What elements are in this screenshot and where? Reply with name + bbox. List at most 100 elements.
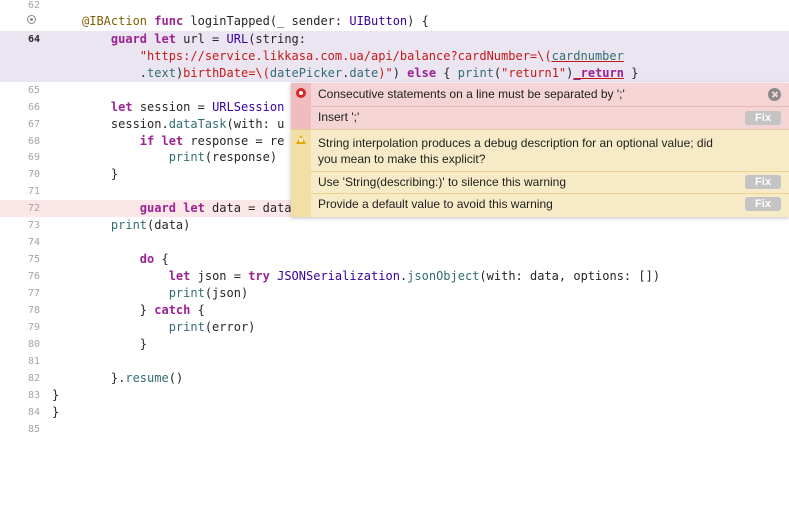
code-line-76[interactable]: 76 let json = try JSONSerialization.json… xyxy=(0,268,789,285)
error-fix-button[interactable]: Fix xyxy=(745,111,781,125)
code-token: data = data xyxy=(204,201,292,215)
code-text[interactable]: guard let data = data xyxy=(82,200,292,217)
code-token: UIButton xyxy=(349,14,408,28)
code-line-64-wrap-1[interactable]: "https://service.likkasa.com.ua/api/bala… xyxy=(0,48,789,65)
code-token: (data) xyxy=(147,218,191,232)
error-fixit-label[interactable]: Insert ';' xyxy=(318,109,359,125)
code-token: guard let xyxy=(110,32,176,46)
warning-issue: String interpolation produces a debug de… xyxy=(291,129,789,217)
code-token: . xyxy=(82,66,148,80)
code-text[interactable]: let json = try JSONSerialization.jsonObj… xyxy=(82,268,660,285)
code-line-79[interactable]: 79 print(error) xyxy=(0,319,789,336)
line-number: 85 xyxy=(27,424,40,435)
code-text[interactable]: print(error) xyxy=(82,319,256,336)
warning-fixit-2-label[interactable]: Provide a default value to avoid this wa… xyxy=(318,196,553,212)
code-line-64-wrap-2[interactable]: .text)birthDate=\(datePicker.date)") els… xyxy=(0,65,789,82)
code-line-78[interactable]: 78 } catch { xyxy=(0,302,789,319)
code-editor[interactable]: 62 @IBAction func loginTapped(_ sender: … xyxy=(0,0,789,505)
code-token: (error) xyxy=(204,320,256,334)
warning-fix-button-1[interactable]: Fix xyxy=(745,175,781,189)
code-text[interactable]: if let response = re xyxy=(82,133,285,150)
issue-popover[interactable]: Consecutive statements on a line must be… xyxy=(291,83,789,217)
code-token: } xyxy=(82,337,148,351)
warning-icon-cell xyxy=(291,130,311,217)
code-text[interactable]: print(data) xyxy=(82,217,190,234)
line-number: 76 xyxy=(27,271,40,282)
code-token: _return xyxy=(573,66,624,80)
code-text[interactable]: .text)birthDate=\(datePicker.date)") els… xyxy=(82,65,639,82)
code-token: ) { xyxy=(407,14,429,28)
code-line-75[interactable]: 75 do { xyxy=(0,251,789,268)
close-icon[interactable] xyxy=(768,88,781,101)
code-line-83[interactable]: 83 } xyxy=(0,387,789,404)
code-text[interactable]: session.dataTask(with: u xyxy=(82,116,284,133)
code-token: json = xyxy=(190,269,249,283)
code-token: } xyxy=(623,66,639,80)
code-text[interactable]: guard let url = URL(string: xyxy=(82,31,306,48)
code-token: loginTapped(_ sender: xyxy=(183,14,350,28)
code-token: response = re xyxy=(183,134,285,148)
code-line-81[interactable]: 81 xyxy=(0,353,789,370)
code-text[interactable]: } xyxy=(82,166,118,183)
code-text[interactable]: } xyxy=(52,387,59,404)
code-token: else xyxy=(407,66,437,80)
warning-fixit-1-label[interactable]: Use 'String(describing:)' to silence thi… xyxy=(318,174,566,190)
code-text[interactable]: print(json) xyxy=(82,285,248,302)
code-line-85[interactable]: 85 xyxy=(0,421,789,438)
code-token: print xyxy=(457,66,494,80)
code-line-77[interactable]: 77 print(json) xyxy=(0,285,789,302)
code-token: (string: xyxy=(248,32,306,46)
code-token: let xyxy=(110,100,133,114)
code-token: print xyxy=(168,150,205,164)
code-text[interactable]: }.resume() xyxy=(82,370,183,387)
code-token: URLSession xyxy=(212,100,285,114)
code-token: (with: u xyxy=(226,117,285,131)
code-token: (json) xyxy=(204,286,249,300)
code-text[interactable]: } catch { xyxy=(82,302,205,319)
code-line-63[interactable]: @IBAction func loginTapped(_ sender: UIB… xyxy=(0,13,789,30)
code-token: )" xyxy=(378,66,393,80)
code-token: session. xyxy=(82,117,169,131)
code-token: } xyxy=(52,405,60,419)
divider xyxy=(311,193,789,194)
code-text[interactable]: } xyxy=(52,404,59,421)
code-token: print xyxy=(110,218,148,232)
code-line-73[interactable]: 73 print(data) xyxy=(0,217,789,234)
code-line-64[interactable]: 64 guard let url = URL(string: xyxy=(0,31,789,48)
code-line-84[interactable]: 84 } xyxy=(0,404,789,421)
code-text[interactable]: print(response) xyxy=(82,149,277,166)
code-line-74[interactable]: 74 xyxy=(0,234,789,251)
code-line-82[interactable]: 82 }.resume() xyxy=(0,370,789,387)
code-token: let xyxy=(168,269,191,283)
code-line-62[interactable]: 62 xyxy=(0,0,789,14)
code-token: datePicker xyxy=(269,66,343,80)
code-token: catch xyxy=(154,303,191,317)
code-token: "https://service.likkasa.com.ua/api/bala… xyxy=(139,49,552,63)
ibaction-connection-icon[interactable] xyxy=(27,15,36,24)
line-number: 84 xyxy=(27,407,40,418)
code-token: cardnumber xyxy=(551,49,624,63)
code-token: if let xyxy=(139,134,184,148)
line-number: 83 xyxy=(27,390,40,401)
code-token: URL xyxy=(226,32,249,46)
code-text[interactable]: } xyxy=(82,336,147,353)
warning-fix-button-2[interactable]: Fix xyxy=(745,197,781,211)
line-number: 62 xyxy=(27,0,40,11)
line-number: 70 xyxy=(27,169,40,180)
code-token: { xyxy=(154,252,169,266)
line-number: 66 xyxy=(27,102,40,113)
line-number: 75 xyxy=(27,254,40,265)
code-text[interactable]: let session = URLSession xyxy=(82,99,284,116)
code-line-80[interactable]: 80 } xyxy=(0,336,789,353)
line-number: 71 xyxy=(27,186,40,197)
code-text[interactable]: @IBAction func loginTapped(_ sender: UIB… xyxy=(82,13,429,30)
code-text[interactable]: do { xyxy=(82,251,169,268)
code-token: guard let xyxy=(139,201,205,215)
line-number: 72 xyxy=(27,203,40,214)
code-text[interactable]: "https://service.likkasa.com.ua/api/bala… xyxy=(82,48,624,65)
code-token: dataTask xyxy=(168,117,227,131)
